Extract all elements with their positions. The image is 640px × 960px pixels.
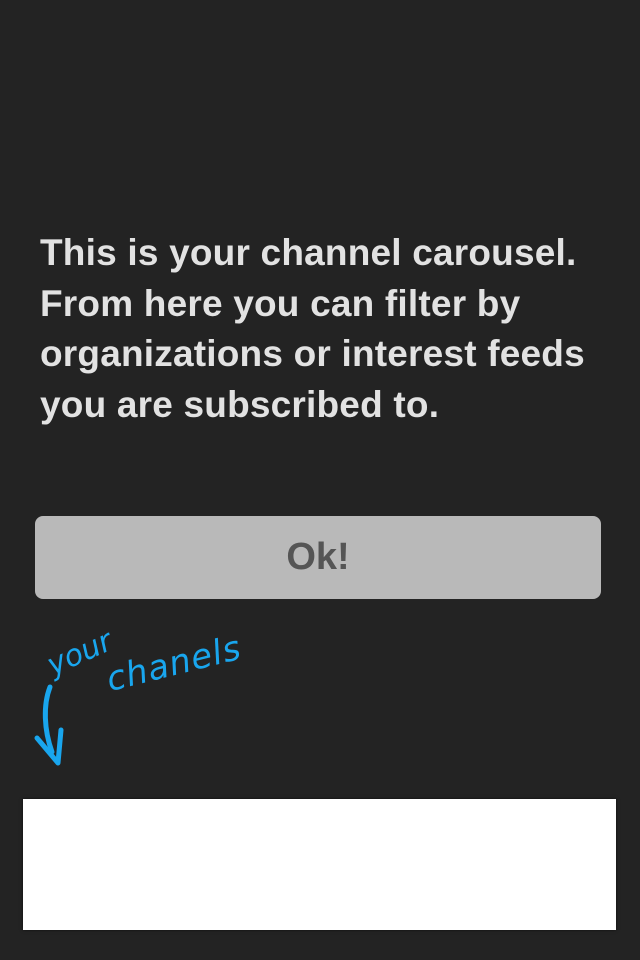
ok-button[interactable]: Ok! <box>35 516 601 599</box>
channel-carousel[interactable] <box>23 799 616 930</box>
tutorial-message: This is your channel carousel. From here… <box>40 232 585 425</box>
